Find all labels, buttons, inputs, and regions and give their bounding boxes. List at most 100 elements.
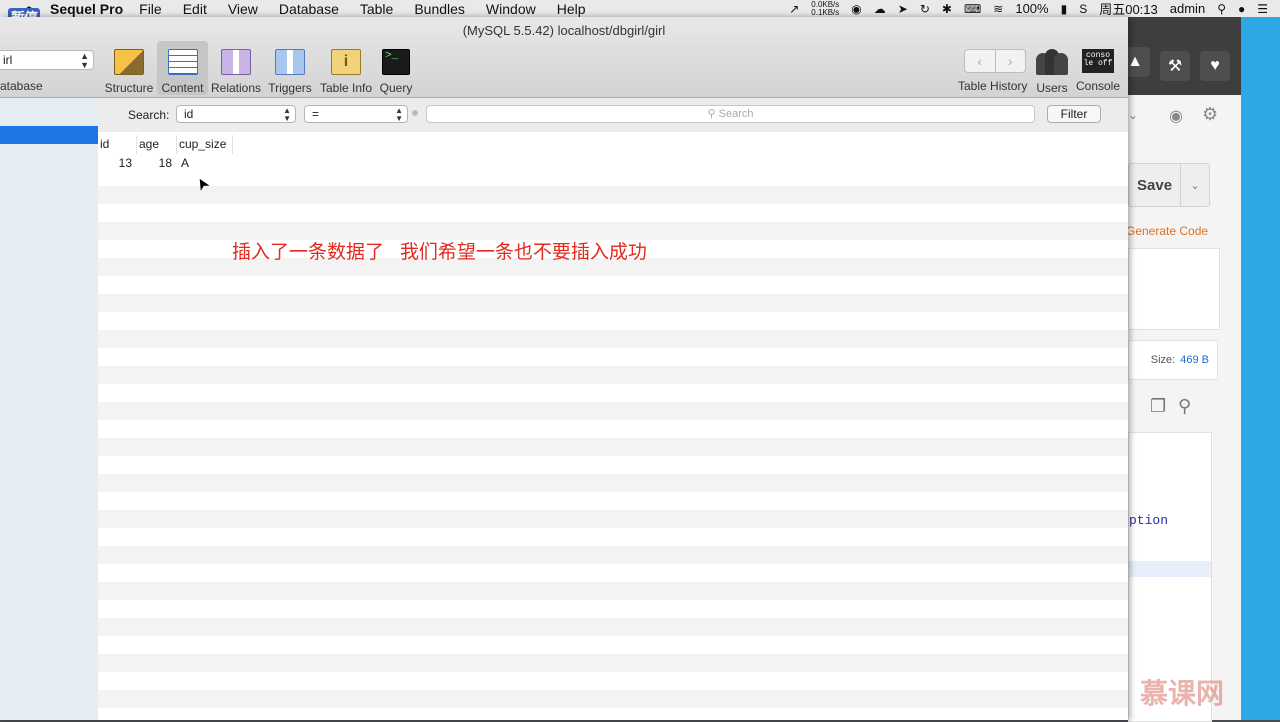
triggers-icon <box>275 49 305 75</box>
menu-help[interactable]: Help <box>557 1 586 17</box>
size-value: 469 B <box>1180 354 1209 366</box>
status-icon-1[interactable]: ◉ <box>851 2 861 16</box>
heart-icon[interactable]: ♥ <box>1200 51 1230 81</box>
background-panel <box>1128 248 1220 330</box>
save-button[interactable]: Save ⌄ <box>1128 163 1210 207</box>
table-row[interactable]: 13 18 A <box>98 154 1128 172</box>
code-highlight <box>1129 561 1211 577</box>
background-app-header: ▲ ⚒ ♥ <box>1120 17 1245 95</box>
content-grid[interactable]: id age cup_size 13 18 A <box>98 132 1128 720</box>
search-icon: ⚲ <box>707 108 716 120</box>
notification-center-icon[interactable]: ☰ <box>1257 2 1268 16</box>
menu-app-name[interactable]: Sequel Pro <box>50 1 123 17</box>
time-machine-icon[interactable]: ↻ <box>920 2 930 16</box>
user-name[interactable]: admin <box>1170 1 1205 16</box>
triggers-button[interactable]: Triggers <box>267 41 313 95</box>
chevron-down-icon[interactable]: ⌄ <box>1128 108 1138 122</box>
users-label: Users <box>1036 81 1068 95</box>
sidebar-selected-table[interactable] <box>0 126 98 144</box>
database-select[interactable]: irl ▲ ▼ <box>0 50 94 70</box>
input-method-icon[interactable]: S <box>1079 2 1087 16</box>
save-label: Save <box>1137 176 1173 194</box>
generate-code-link[interactable]: Generate Code <box>1126 224 1208 238</box>
sequel-pro-window: (MySQL 5.5.42) localhost/dbgirl/girl irl… <box>0 17 1128 720</box>
cell-cup-size[interactable]: A <box>177 154 233 172</box>
query-button[interactable]: >_ Query <box>378 41 414 95</box>
search-label: Search: <box>128 108 170 122</box>
relations-button[interactable]: Relations <box>211 41 261 95</box>
content-icon <box>167 49 198 75</box>
siri-icon[interactable]: ● <box>1238 2 1245 16</box>
menu-bar: ● Sequel Pro File Edit View Database Tab… <box>0 0 1280 18</box>
search-icon[interactable]: ⚲ <box>1178 396 1191 417</box>
code-fragment: ption <box>1129 513 1169 528</box>
structure-button[interactable]: Structure <box>104 41 154 95</box>
column-header-id[interactable]: id <box>98 135 137 154</box>
console-button[interactable]: conso le off Console <box>1076 41 1120 95</box>
cell-age[interactable]: 18 <box>137 154 177 172</box>
clock[interactable]: 周五00:13 <box>1099 0 1158 18</box>
database-label: atabase <box>0 79 43 93</box>
menu-file[interactable]: File <box>139 1 162 17</box>
filter-operator-value: = <box>312 107 320 121</box>
console-label: Console <box>1075 79 1121 93</box>
menu-database[interactable]: Database <box>279 1 339 17</box>
table-history-label[interactable]: Table History <box>958 79 1027 93</box>
menu-edit[interactable]: Edit <box>183 1 207 17</box>
wifi-icon[interactable]: ≋ <box>993 2 1003 16</box>
table-info-label: Table Info <box>319 81 373 95</box>
size-label: Size: <box>1150 354 1176 366</box>
users-button[interactable]: Users <box>1034 41 1070 95</box>
status-area: ↗ 0.0KB/s 0.1KB/s ◉ ☁ ➤ ↻ ✱ ⌨ ≋ 100% ▮ S… <box>789 0 1268 17</box>
network-speed: 0.0KB/s 0.1KB/s <box>811 0 840 17</box>
spotlight-icon[interactable]: ⚲ <box>1217 2 1226 16</box>
wrench-icon[interactable]: ⚒ <box>1160 51 1190 81</box>
table-info-button[interactable]: i Table Info <box>320 41 372 95</box>
select-arrows-icon: ▲ ▼ <box>283 106 291 123</box>
menu-window[interactable]: Window <box>486 1 536 17</box>
column-header-cup-size[interactable]: cup_size <box>177 135 233 154</box>
condition-indicator-icon <box>412 110 418 116</box>
keyboard-icon[interactable]: ⌨ <box>964 2 981 16</box>
window-toolbar: (MySQL 5.5.42) localhost/dbgirl/girl irl… <box>0 17 1128 98</box>
triggers-label: Triggers <box>268 81 312 95</box>
menu-table[interactable]: Table <box>360 1 393 17</box>
menu-view[interactable]: View <box>228 1 258 17</box>
filter-search-input[interactable]: ⚲ Search <box>426 105 1035 123</box>
content-button[interactable]: Content <box>157 41 208 95</box>
users-icon <box>1036 45 1068 75</box>
filter-button[interactable]: Filter <box>1047 105 1101 123</box>
battery-percent[interactable]: 100% <box>1015 1 1048 16</box>
window-title: (MySQL 5.5.42) localhost/dbgirl/girl <box>462 23 666 38</box>
annotation-caption: 插入了一条数据了 我们希望一条也不要插入成功 <box>232 242 647 263</box>
cell-id[interactable]: 13 <box>98 154 137 172</box>
bluetooth-icon[interactable]: ✱ <box>942 2 952 16</box>
watermark: 慕课网 <box>1140 678 1225 709</box>
filter-search-placeholder: Search <box>718 108 754 120</box>
background-desktop-strip <box>1241 17 1280 720</box>
filter-operator-select[interactable]: = ▲ ▼ <box>304 105 408 123</box>
filter-field-select[interactable]: id ▲ ▼ <box>176 105 296 123</box>
back-arrow-icon[interactable]: ‹ <box>965 50 995 72</box>
copy-icon[interactable]: ❐ <box>1150 396 1166 417</box>
relations-label: Relations <box>210 81 262 95</box>
column-header-age[interactable]: age <box>137 135 177 154</box>
menu-bundles[interactable]: Bundles <box>414 1 465 17</box>
content-label: Content <box>161 81 204 95</box>
query-label: Query <box>379 81 413 95</box>
table-info-icon: i <box>331 49 361 75</box>
forward-arrow-icon[interactable]: › <box>994 50 1026 72</box>
gear-icon[interactable]: ⚙ <box>1202 104 1218 125</box>
filter-field-value: id <box>184 107 194 121</box>
console-icon: conso le off <box>1082 49 1114 73</box>
select-arrows-icon: ▲ ▼ <box>80 51 89 70</box>
eye-icon[interactable]: ◉ <box>1162 106 1190 130</box>
terminal-icon: >_ <box>382 49 410 75</box>
send-icon[interactable]: ➤ <box>898 2 908 16</box>
structure-icon <box>114 49 144 75</box>
network-arrows-icon: ↗ <box>789 1 800 16</box>
cloud-icon[interactable]: ☁ <box>874 2 886 16</box>
network-down: 0.1KB/s <box>811 7 840 17</box>
chevron-down-icon[interactable]: ⌄ <box>1180 164 1209 206</box>
battery-icon[interactable]: ▮ <box>1061 2 1068 16</box>
